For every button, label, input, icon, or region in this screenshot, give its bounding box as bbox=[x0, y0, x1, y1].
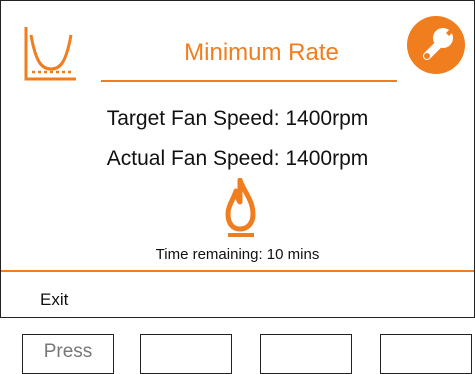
title-divider bbox=[101, 80, 397, 82]
page-title: Minimum Rate bbox=[184, 39, 339, 66]
display-screen: Minimum Rate Target Fan Speed: 1400rpm A… bbox=[0, 0, 475, 318]
exit-button[interactable]: Exit bbox=[40, 290, 68, 310]
softkey-1-label: Press bbox=[43, 341, 93, 362]
wrench-icon bbox=[423, 25, 457, 60]
softkey-1[interactable]: Press bbox=[22, 334, 114, 374]
actual-fan-speed: Actual Fan Speed: 1400rpm bbox=[106, 147, 369, 170]
time-remaining: Time remaining: 10 mins bbox=[155, 246, 320, 263]
softkey-4[interactable] bbox=[380, 334, 472, 374]
softkey-2[interactable] bbox=[140, 334, 232, 374]
target-fan-speed: Target Fan Speed: 1400rpm bbox=[106, 107, 369, 130]
settings-button[interactable] bbox=[407, 16, 465, 74]
flame-icon bbox=[222, 177, 262, 238]
footer-divider bbox=[1, 270, 474, 272]
minimum-rate-curve-icon bbox=[22, 23, 80, 83]
softkey-3[interactable] bbox=[260, 334, 352, 374]
